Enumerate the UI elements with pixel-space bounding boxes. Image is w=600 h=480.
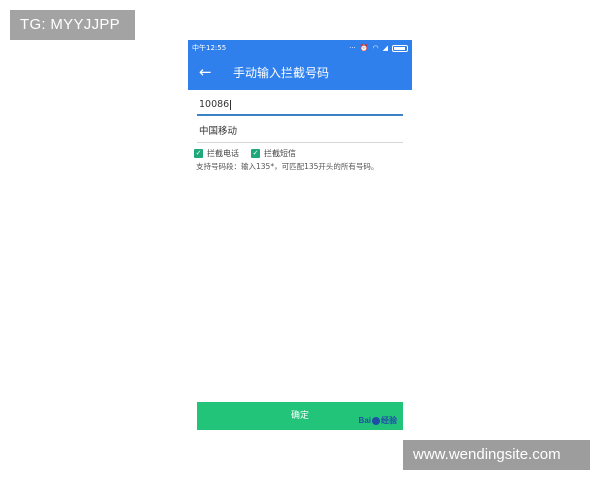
paw-icon <box>372 416 380 425</box>
signal-icon: ◢ <box>382 44 388 52</box>
status-icons: ··· ⏰ ◠ ◢ <box>349 40 408 56</box>
name-input[interactable]: 中国移动 <box>197 123 403 143</box>
confirm-button[interactable]: 确定 Bai 经验 <box>197 402 403 430</box>
block-options: ✓ 拦截电话 ✓ 拦截短信 <box>194 147 308 159</box>
number-input[interactable]: 10086 <box>197 96 403 116</box>
name-input-value: 中国移动 <box>199 126 238 137</box>
app-bar: ← 手动输入拦截号码 <box>188 56 412 90</box>
arrow-left-icon[interactable]: ← <box>199 56 212 90</box>
checkmark-icon: ✓ <box>194 148 203 158</box>
more-dots-icon: ··· <box>349 44 356 52</box>
confirm-label: 确定 <box>290 411 309 421</box>
block-calls-label: 拦截电话 <box>207 148 239 158</box>
page-title: 手动输入拦截号码 <box>233 66 330 80</box>
battery-icon <box>392 44 408 52</box>
phone-screen: 中午12:55 ··· ⏰ ◠ ◢ ← 手动输入拦截号码 10086 中国移动 … <box>188 40 412 440</box>
block-sms-checkbox[interactable]: ✓ 拦截短信 <box>251 148 296 159</box>
hint-text: 支持号码段：输入135*，可匹配135开头的所有号码。 <box>196 162 379 171</box>
status-bar: 中午12:55 ··· ⏰ ◠ ◢ <box>188 40 412 56</box>
wifi-icon: ◠ <box>372 44 379 52</box>
alarm-icon: ⏰ <box>359 44 369 52</box>
watermark-bottom-right: www.wendingsite.com <box>403 440 590 470</box>
block-sms-label: 拦截短信 <box>264 148 296 158</box>
status-time: 中午12:55 <box>192 44 227 52</box>
number-input-value: 10086 <box>199 99 230 110</box>
block-calls-checkbox[interactable]: ✓ 拦截电话 <box>194 148 239 159</box>
text-caret <box>230 99 232 110</box>
watermark-top-left: TG: MYYJJPP <box>10 10 135 40</box>
checkmark-icon: ✓ <box>251 148 260 158</box>
baidu-logo: Bai 经验 <box>358 416 397 425</box>
